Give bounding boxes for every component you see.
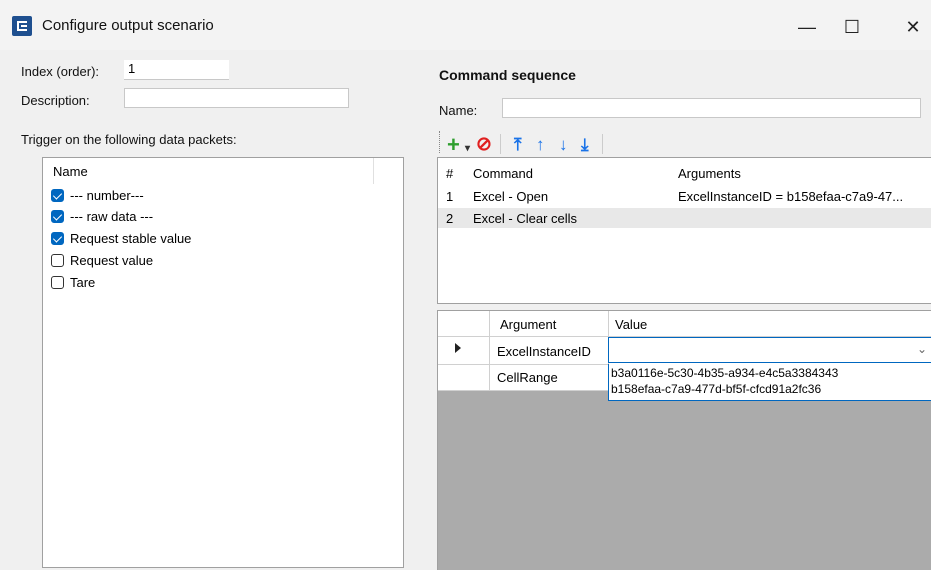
move-bottom-icon[interactable]: ⤓	[581, 136, 589, 154]
row-pointer-icon	[455, 343, 461, 353]
name-label: Name:	[439, 103, 478, 118]
row-number: 1	[446, 189, 454, 204]
description-input[interactable]	[124, 88, 349, 108]
list-item[interactable]: Tare	[51, 275, 95, 290]
argument-name: CellRange	[497, 370, 558, 385]
column-header-value[interactable]: Value	[615, 317, 647, 332]
list-item-label: --- raw data ---	[70, 209, 154, 224]
list-header[interactable]: Name	[43, 158, 374, 184]
toolbar-separator	[602, 134, 603, 154]
column-header-number: #	[446, 166, 454, 181]
list-item-label: Request value	[70, 253, 154, 268]
column-header-arguments[interactable]: Arguments	[678, 166, 741, 181]
checkbox-unchecked[interactable]	[51, 276, 64, 289]
dropdown-list[interactable]: b3a0116e-5c30-4b35-a934-e4c5a3384343 b15…	[608, 364, 931, 401]
minimize-button[interactable]: —	[787, 12, 827, 42]
list-item[interactable]: --- number---	[51, 188, 144, 203]
toolbar-separator	[500, 134, 501, 154]
row-command: Excel - Clear cells	[473, 211, 578, 226]
chevron-down-icon[interactable]: ▾	[465, 140, 470, 158]
move-top-icon[interactable]: ⤒	[514, 136, 522, 154]
value-dropdown[interactable]: ⌄	[608, 337, 931, 363]
checkbox-checked[interactable]	[51, 189, 64, 202]
toolbar-grip	[439, 131, 441, 153]
checkbox-unchecked[interactable]	[51, 254, 64, 267]
table-row-selected[interactable]: 2 Excel - Clear cells	[438, 208, 931, 228]
remove-icon[interactable]: ⊘	[476, 135, 492, 154]
app-logo-icon	[12, 16, 32, 36]
list-item[interactable]: --- raw data ---	[51, 209, 153, 224]
chevron-down-icon[interactable]: ⌄	[917, 342, 927, 356]
grid-line	[438, 364, 608, 365]
dropdown-option[interactable]: b158efaa-c7a9-477d-bf5f-cfcd91a2fc36	[611, 382, 821, 396]
move-down-icon[interactable]: ↓	[559, 136, 568, 154]
move-up-icon[interactable]: ↑	[536, 136, 545, 154]
grid-line	[489, 311, 490, 391]
maximize-button[interactable]: ☐	[832, 12, 872, 42]
arguments-grid[interactable]: Argument Value ExcelInstanceID ⌄ CellRan…	[437, 310, 931, 570]
list-header-name: Name	[53, 164, 88, 179]
row-arguments: ExcelInstanceID = b158efaa-c7a9-47...	[678, 189, 904, 204]
grid-line	[438, 390, 608, 391]
dropdown-option[interactable]: b3a0116e-5c30-4b35-a934-e4c5a3384343	[611, 366, 838, 380]
table-row[interactable]: 1 Excel - Open ExcelInstanceID = b158efa…	[438, 186, 931, 206]
list-item[interactable]: Request stable value	[51, 231, 191, 246]
list-item[interactable]: Request value	[51, 253, 153, 268]
checkbox-checked[interactable]	[51, 232, 64, 245]
name-input[interactable]	[502, 98, 921, 118]
row-command: Excel - Open	[473, 189, 549, 204]
list-item-label: Tare	[70, 275, 96, 290]
section-title: Command sequence	[439, 67, 576, 83]
argument-name: ExcelInstanceID	[497, 344, 591, 359]
description-label: Description:	[21, 93, 90, 108]
list-item-label: Request stable value	[70, 231, 192, 246]
window-title: Configure output scenario	[42, 17, 214, 34]
list-item-label: --- number---	[70, 188, 144, 203]
column-header-command[interactable]: Command	[473, 166, 533, 181]
index-label: Index (order):	[21, 64, 100, 79]
column-header-argument[interactable]: Argument	[500, 317, 556, 332]
packet-list[interactable]: Name --- number--- --- raw data --- Requ…	[42, 157, 404, 568]
index-input[interactable]: 1	[124, 60, 229, 80]
checkbox-checked[interactable]	[51, 210, 64, 223]
row-number: 2	[446, 211, 454, 226]
trigger-label: Trigger on the following data packets:	[21, 132, 237, 147]
close-button[interactable]: ✕	[893, 12, 931, 42]
commands-table[interactable]: # Command Arguments 1 Excel - Open Excel…	[437, 157, 931, 304]
commands-header: # Command Arguments	[438, 163, 931, 183]
add-icon[interactable]: +	[447, 134, 460, 156]
